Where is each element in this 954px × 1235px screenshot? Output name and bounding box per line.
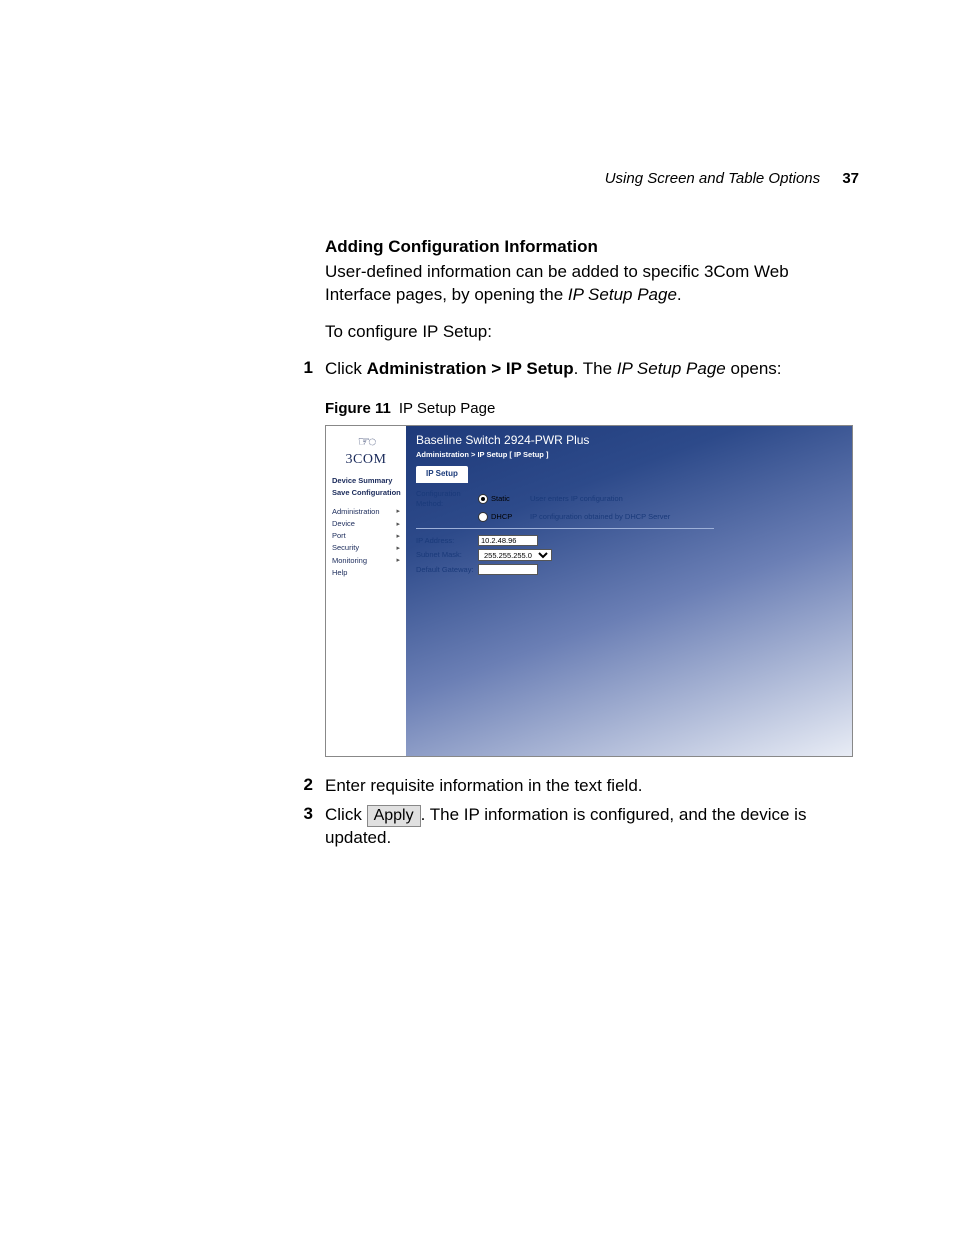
nav-help-label: Help: [332, 568, 347, 578]
step-1-body: Click Administration > IP Setup. The IP …: [325, 358, 859, 769]
sidebar-device-summary[interactable]: Device Summary: [330, 476, 402, 486]
step-3-number: 3: [95, 804, 325, 824]
breadcrumb: Administration > IP Setup [ IP Setup ]: [416, 450, 842, 460]
running-header: Using Screen and Table Options 37: [95, 170, 859, 187]
tab-ip-setup[interactable]: IP Setup: [416, 466, 468, 483]
dhcp-desc: IP configuration obtained by DHCP Server: [530, 512, 670, 522]
nav-monitoring[interactable]: Monitoring ▸: [330, 555, 402, 567]
running-title: Using Screen and Table Options: [605, 170, 820, 187]
ip-setup-screenshot: ☞◌ 3COM Device Summary Save Configuratio…: [325, 425, 853, 757]
step1-italic: IP Setup Page: [617, 359, 726, 378]
ip-setup-form: Configuration Method: Static User enters…: [416, 483, 842, 584]
page-number: 37: [842, 170, 859, 187]
step3-a: Click: [325, 805, 367, 824]
screenshot-main: Baseline Switch 2924-PWR Plus Administra…: [406, 426, 852, 756]
nav-help[interactable]: Help: [330, 567, 402, 579]
logo-icon: ☞◌: [330, 432, 402, 451]
subnet-mask-label: Subnet Mask:: [416, 550, 478, 560]
chevron-right-icon: ▸: [396, 520, 400, 529]
step1-a: Click: [325, 359, 367, 378]
step-2-number: 2: [95, 775, 325, 795]
figure-label: Figure 11: [325, 400, 391, 417]
nav-administration-label: Administration: [332, 507, 380, 517]
static-desc: User enters IP configuration: [530, 494, 623, 504]
device-title: Baseline Switch 2924-PWR Plus: [416, 432, 842, 448]
ip-address-label: IP Address:: [416, 536, 478, 546]
step-3: 3 Click Apply. The IP information is con…: [95, 804, 859, 850]
subnet-mask-select[interactable]: 255.255.255.0: [478, 549, 552, 561]
default-gateway-label: Default Gateway:: [416, 565, 478, 575]
step-1: 1 Click Administration > IP Setup. The I…: [95, 358, 859, 769]
screenshot-sidebar: ☞◌ 3COM Device Summary Save Configuratio…: [326, 426, 406, 756]
ip-address-input[interactable]: [478, 535, 538, 546]
radio-dhcp-label: DHCP: [491, 512, 512, 522]
nav-device-label: Device: [332, 519, 355, 529]
step-2-body: Enter requisite information in the text …: [325, 775, 859, 798]
radio-dhcp[interactable]: [478, 512, 488, 522]
divider: [416, 528, 714, 529]
nav-administration[interactable]: Administration ▸: [330, 506, 402, 518]
nav-security[interactable]: Security ▸: [330, 542, 402, 554]
nav-port[interactable]: Port ▸: [330, 530, 402, 542]
nav-security-label: Security: [332, 543, 359, 553]
config-method-label: Configuration Method:: [416, 489, 478, 509]
radio-static-label: Static: [491, 494, 510, 504]
step-1-number: 1: [95, 358, 325, 378]
para1-b: .: [677, 285, 682, 304]
chevron-right-icon: ▸: [396, 532, 400, 541]
chevron-right-icon: ▸: [396, 556, 400, 565]
nav-device[interactable]: Device ▸: [330, 518, 402, 530]
step1-c: opens:: [726, 359, 782, 378]
section-heading: Adding Configuration Information: [325, 237, 859, 257]
default-gateway-input[interactable]: [478, 564, 538, 575]
brand-logo: ☞◌ 3COM: [330, 432, 402, 470]
nav-monitoring-label: Monitoring: [332, 556, 367, 566]
nav-port-label: Port: [332, 531, 346, 541]
para1-a: User-defined information can be added to…: [325, 262, 789, 304]
brand-text: 3COM: [330, 451, 402, 470]
figure-caption: Figure 11 IP Setup Page: [325, 399, 859, 419]
step1-b: . The: [574, 359, 617, 378]
apply-button[interactable]: Apply: [367, 805, 421, 827]
section-paragraph-2: To configure IP Setup:: [325, 321, 859, 344]
chevron-right-icon: ▸: [396, 544, 400, 553]
step-2: 2 Enter requisite information in the tex…: [95, 775, 859, 798]
step1-bold: Administration > IP Setup: [367, 359, 574, 378]
chevron-right-icon: ▸: [396, 507, 400, 516]
para1-italic: IP Setup Page: [568, 285, 677, 304]
radio-static[interactable]: [478, 494, 488, 504]
figure-text: IP Setup Page: [399, 400, 495, 417]
sidebar-save-config[interactable]: Save Configuration: [330, 488, 402, 498]
section-paragraph-1: User-defined information can be added to…: [325, 261, 859, 307]
step-3-body: Click Apply. The IP information is confi…: [325, 804, 859, 850]
